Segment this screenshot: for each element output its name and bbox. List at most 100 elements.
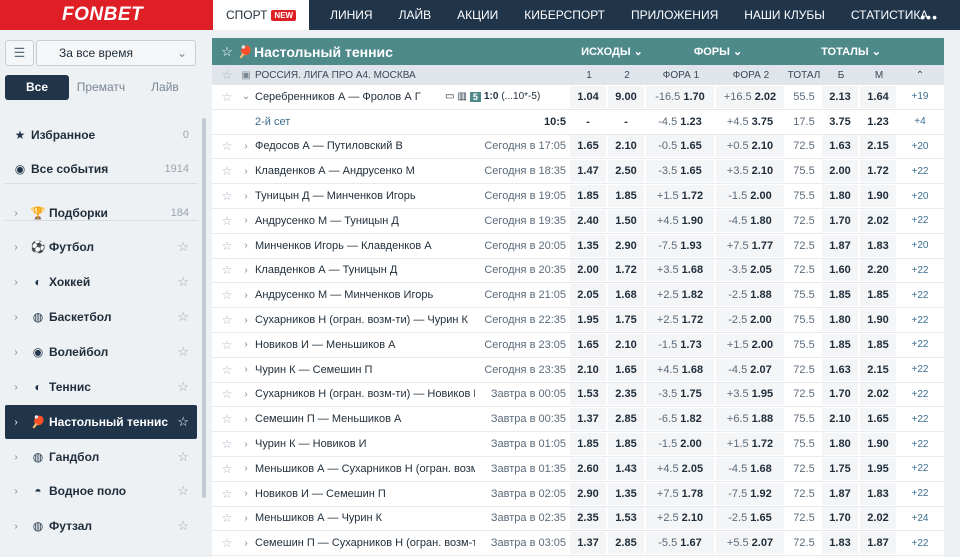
odd-1[interactable]: 1.04: [570, 85, 606, 108]
tab-live[interactable]: Лайв: [133, 75, 197, 100]
odd-over[interactable]: 1.60: [822, 259, 858, 282]
event-name[interactable]: Сухарников Н (огран. возм-ти) — Новиков …: [255, 388, 475, 400]
odd-2[interactable]: 2.85: [608, 532, 644, 555]
odd-1[interactable]: 2.60: [570, 457, 606, 480]
odd-under[interactable]: 1.64: [860, 85, 896, 108]
odd-over[interactable]: 1.85: [822, 284, 858, 307]
table-row[interactable]: ☆ › Новиков И — Семешин П Завтра в 02:05 2.9…: [212, 482, 944, 507]
odd-2[interactable]: 1.43: [608, 457, 644, 480]
odd-over[interactable]: 1.70: [822, 383, 858, 406]
table-row[interactable]: ☆ › Чурин К — Семешин П Сегодня в 23:35 2.10…: [212, 358, 944, 383]
more-markets[interactable]: +22: [898, 488, 942, 499]
table-row[interactable]: ☆ › Чурин К — Новиков И Завтра в 01:05 1.85 1…: [212, 432, 944, 457]
nav-promo[interactable]: АКЦИИ: [444, 0, 511, 30]
table-row[interactable]: ☆ › Семешин П — Меньшиков А Завтра в 00:35 1…: [212, 407, 944, 433]
odd-over[interactable]: 1.83: [822, 532, 858, 555]
star-icon[interactable]: ☆: [177, 518, 189, 534]
handicap-2[interactable]: -3.5 2.05: [716, 259, 784, 282]
handicap-1[interactable]: +3.5 1.68: [646, 259, 714, 282]
handicap-2[interactable]: +1.5 1.72: [716, 433, 784, 456]
odd-under[interactable]: 1.83: [860, 482, 896, 505]
odd-1[interactable]: 2.05: [570, 284, 606, 307]
odd-1[interactable]: 1.85: [570, 185, 606, 208]
star-icon[interactable]: ☆: [217, 437, 237, 451]
odd-2[interactable]: 1.65: [608, 358, 644, 381]
sidebar-item[interactable]: › 🏆 Подборки 184: [5, 196, 197, 230]
table-row[interactable]: ☆ › Туницын Д — Минченков Игорь Сегодня в 1…: [212, 184, 944, 209]
odd-under[interactable]: 1.65: [860, 408, 896, 431]
handicap-2[interactable]: +5.5 2.07: [716, 532, 784, 555]
handicap-1[interactable]: +4.5 2.05: [646, 457, 714, 480]
odd-2[interactable]: 2.10: [608, 333, 644, 356]
odd-1[interactable]: 1.85: [570, 433, 606, 456]
table-row[interactable]: ☆ › Клавденков А — Андрусенко М Сегодня в 1…: [212, 159, 944, 185]
logo[interactable]: FONBET: [0, 0, 213, 30]
odd-over[interactable]: 1.80: [822, 433, 858, 456]
handicap-1[interactable]: -1.5 2.00: [646, 433, 714, 456]
odd-1[interactable]: -: [570, 111, 606, 133]
sidebar-item[interactable]: › ◓ Водное поло ☆: [5, 474, 197, 508]
star-icon[interactable]: ☆: [177, 309, 189, 325]
star-icon[interactable]: ☆: [217, 239, 237, 253]
chevron-right-icon[interactable]: ›: [237, 215, 255, 226]
tab-prematch[interactable]: Прематч: [69, 75, 133, 100]
odd-over[interactable]: 1.85: [822, 333, 858, 356]
star-icon[interactable]: ☆: [217, 189, 237, 203]
star-icon[interactable]: ☆: [217, 363, 237, 377]
chevron-right-icon[interactable]: ›: [237, 191, 255, 202]
star-icon[interactable]: ☆: [217, 90, 237, 104]
odd-under[interactable]: 1.83: [860, 234, 896, 257]
odd-2[interactable]: 2.90: [608, 234, 644, 257]
more-markets[interactable]: +22: [898, 215, 942, 226]
star-icon[interactable]: ☆: [177, 414, 189, 430]
handicap-1[interactable]: +2.5 2.10: [646, 507, 714, 530]
handicap-2[interactable]: -7.5 1.92: [716, 482, 784, 505]
odd-under[interactable]: 1.90: [860, 309, 896, 332]
odd-2[interactable]: 1.85: [608, 433, 644, 456]
odd-over[interactable]: 1.80: [822, 309, 858, 332]
more-markets[interactable]: +22: [898, 463, 942, 474]
star-icon[interactable]: ☆: [217, 511, 237, 525]
star-icon[interactable]: ☆: [217, 536, 237, 550]
odd-over[interactable]: 2.00: [822, 160, 858, 183]
chevron-right-icon[interactable]: ›: [237, 364, 255, 375]
chevron-right-icon[interactable]: ›: [237, 339, 255, 350]
more-menu-icon[interactable]: •••: [920, 9, 938, 25]
more-markets[interactable]: +20: [898, 141, 942, 152]
chevron-down-icon[interactable]: ⌄: [237, 91, 255, 102]
handicap-1[interactable]: -5.5 1.67: [646, 532, 714, 555]
more-markets[interactable]: +22: [898, 265, 942, 276]
handicap-1[interactable]: +4.5 1.90: [646, 209, 714, 232]
handicap-2[interactable]: -2.5 1.65: [716, 507, 784, 530]
handicap-1[interactable]: -3.5 1.75: [646, 383, 714, 406]
star-icon[interactable]: ☆: [177, 379, 189, 395]
group-handicaps[interactable]: ФОРЫ ⌄: [648, 45, 788, 58]
odd-under[interactable]: 1.72: [860, 160, 896, 183]
collapse-icon[interactable]: ⌃: [898, 70, 942, 81]
odd-1[interactable]: 2.90: [570, 482, 606, 505]
odd-1[interactable]: 2.35: [570, 507, 606, 530]
table-row[interactable]: ☆ › Меньшиков А — Сухарников Н (огран. воз…: [212, 457, 944, 482]
event-name[interactable]: Чурин К — Семешин П: [255, 364, 475, 376]
table-row[interactable]: ☆ › Сухарников Н (огран. возм-ти) — Чурин …: [212, 308, 944, 333]
odd-over[interactable]: 1.75: [822, 457, 858, 480]
event-name[interactable]: Туницын Д — Минченков Игорь: [255, 190, 475, 202]
event-name[interactable]: Меньшиков А — Чурин К: [255, 512, 475, 524]
sidebar-scrollbar[interactable]: [202, 118, 206, 498]
odd-over[interactable]: 3.75: [822, 111, 858, 133]
group-outcomes[interactable]: ИСХОДЫ ⌄: [576, 45, 648, 58]
odd-over[interactable]: 1.87: [822, 482, 858, 505]
event-name[interactable]: Меньшиков А — Сухарников Н (огран. возм-…: [255, 463, 475, 475]
odd-2[interactable]: 2.50: [608, 160, 644, 183]
star-icon[interactable]: ☆: [217, 288, 237, 302]
sub-event-name[interactable]: 2-й сет: [255, 116, 475, 128]
star-icon[interactable]: ☆: [177, 239, 189, 255]
handicap-1[interactable]: -3.5 1.65: [646, 160, 714, 183]
handicap-1[interactable]: -0.5 1.65: [646, 135, 714, 158]
chevron-right-icon[interactable]: ›: [237, 290, 255, 301]
odd-2[interactable]: 2.35: [608, 383, 644, 406]
event-name[interactable]: Сухарников Н (огран. возм-ти) — Чурин К: [255, 314, 475, 326]
event-name[interactable]: Минченков Игорь — Клавденков А: [255, 240, 475, 252]
event-name[interactable]: Новиков И — Меньшиков А: [255, 339, 475, 351]
handicap-1[interactable]: -4.5 1.23: [646, 111, 714, 133]
